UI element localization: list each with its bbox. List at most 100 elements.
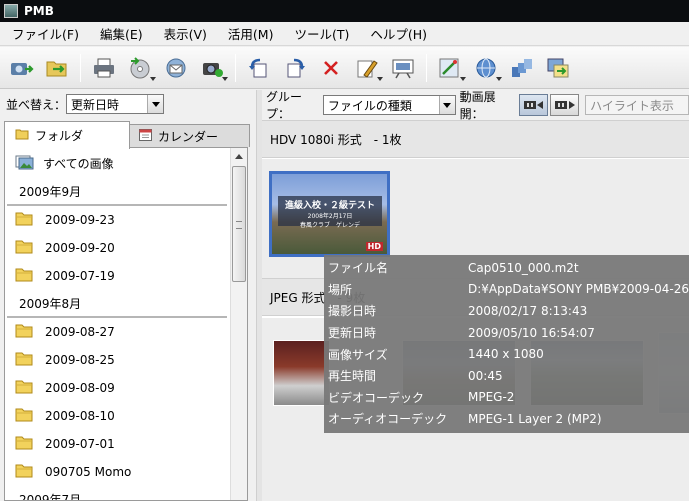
rotate-left-button[interactable] — [242, 51, 276, 85]
email-button[interactable] — [159, 51, 193, 85]
chevron-down-icon[interactable] — [438, 96, 455, 114]
sort-label: 並べ替え： — [6, 97, 67, 112]
toolbar-separator — [426, 53, 427, 82]
folder-icon — [15, 407, 33, 425]
photo-thumbnail[interactable] — [273, 340, 330, 406]
folder-item[interactable]: 2009-09-23 — [5, 206, 231, 234]
menu-file[interactable]: ファイル(F) — [0, 24, 88, 43]
web-button[interactable] — [469, 51, 503, 85]
export-button[interactable] — [541, 51, 575, 85]
folder-icon — [15, 267, 33, 285]
folder-panel: すべての画像 2009年9月 2009-09-23 2009-09-20 200… — [4, 147, 248, 501]
chevron-down-icon — [222, 76, 228, 81]
video-thumbnail[interactable]: 進級入校・２級テスト 2008年2月17日 春風クラブ ゲレンデ HD — [269, 171, 390, 257]
tooltip-key: オーディオコーデック — [328, 412, 448, 427]
folder-item[interactable]: 2009-07-19 — [5, 262, 231, 290]
tab-calendar[interactable]: カレンダー — [128, 124, 250, 147]
tooltip-key: 再生時間 — [328, 369, 377, 384]
video-title-line3: 春風クラブ ゲレンデ — [299, 222, 360, 229]
tooltip-value: 2008/02/17 8:13:43 — [468, 303, 588, 318]
toolbar — [0, 47, 689, 89]
video-collapse-button[interactable] — [519, 94, 549, 116]
menu-use[interactable]: 活用(M) — [216, 24, 283, 43]
folder-item-label: 2009-08-27 — [45, 325, 115, 339]
scroll-thumb[interactable] — [232, 166, 246, 282]
tooltip-row: 撮影日時 2008/02/17 8:13:43 — [324, 300, 689, 322]
folder-item-label: 2009-08-25 — [45, 353, 115, 367]
tooltip-row: ビデオコーデック MPEG-2 — [324, 387, 689, 409]
menu-edit[interactable]: 編集(E) — [88, 24, 152, 43]
disc-burn-button[interactable] — [123, 51, 157, 85]
video-thumbnail-image: 進級入校・２級テスト 2008年2月17日 春風クラブ ゲレンデ HD — [272, 174, 387, 254]
adjust-button[interactable] — [433, 51, 467, 85]
folder-item[interactable]: 2009-07-01 — [5, 430, 231, 458]
section-header-hdv: HDV 1080i 形式 - 1枚 — [262, 120, 689, 158]
view-options-bar: グループ： ファイルの種類 動画展開： ハイライト表示 — [262, 90, 689, 121]
folder-item-label: 2009-09-20 — [45, 241, 115, 255]
tooltip-value: Cap0510_000.m2t — [468, 260, 579, 275]
folder-icon — [15, 379, 33, 397]
tooltip-row: ファイル名 Cap0510_000.m2t — [324, 257, 689, 279]
folder-import-icon — [46, 61, 67, 76]
folder-icon — [15, 128, 29, 143]
folder-item-label: 2009-07-01 — [45, 437, 115, 451]
import-button[interactable] — [4, 51, 38, 85]
delete-button[interactable] — [314, 51, 348, 85]
all-images-item[interactable]: すべての画像 — [5, 148, 231, 178]
tooltip-value: D:¥AppData¥SONY PMB¥2009-04-26 — [467, 282, 689, 297]
video-expand-label: 動画展開： — [459, 90, 496, 121]
menu-view[interactable]: 表示(V) — [152, 24, 216, 43]
section-title: HDV 1080i 形式 - 1枚 — [270, 132, 402, 147]
rotate-right-button[interactable] — [278, 51, 312, 85]
organize-icon — [512, 58, 532, 77]
left-tabs: フォルダ カレンダー — [4, 121, 254, 149]
folder-item[interactable]: 2009-08-25 — [5, 346, 231, 374]
chevron-down-icon[interactable] — [147, 95, 164, 113]
file-info-tooltip: ファイル名 Cap0510_000.m2t 場所 D:¥AppData¥SONY… — [324, 255, 689, 433]
print-button[interactable] — [87, 51, 121, 85]
group-select-value: ファイルの種類 — [327, 98, 412, 113]
group-header: 2009年8月 — [7, 290, 227, 318]
folder-scrollbar[interactable] — [230, 148, 247, 500]
folder-item[interactable]: 2009-08-10 — [5, 402, 231, 430]
group-label: グループ： — [266, 90, 303, 121]
slideshow-button[interactable] — [386, 51, 420, 85]
calendar-icon — [139, 128, 152, 144]
folder-import-button[interactable] — [40, 51, 74, 85]
folder-item[interactable]: 2009-09-20 — [5, 234, 231, 262]
sort-select[interactable]: 更新日時 — [66, 94, 165, 114]
tooltip-key: 場所 — [328, 282, 353, 297]
tooltip-key: 更新日時 — [328, 326, 377, 341]
scroll-up-icon[interactable] — [231, 148, 247, 165]
tooltip-row: 場所 D:¥AppData¥SONY PMB¥2009-04-26 — [324, 279, 689, 301]
menu-tools[interactable]: ツール(T) — [282, 24, 358, 43]
toolbar-separator — [80, 53, 81, 82]
folder-item-label: 2009-07-19 — [45, 269, 115, 283]
tab-folder[interactable]: フォルダ — [4, 121, 130, 149]
tab-folder-label: フォルダ — [35, 129, 84, 143]
tooltip-key: 撮影日時 — [328, 304, 377, 319]
tooltip-value: MPEG-1 Layer 2 (MP2) — [468, 411, 602, 426]
video-expand-button[interactable] — [550, 94, 580, 116]
organize-button[interactable] — [505, 51, 539, 85]
tooltip-value: 2009/05/10 16:54:07 — [468, 325, 595, 340]
sort-bar: 並べ替え： 更新日時 — [0, 90, 262, 118]
sort-select-value: 更新日時 — [71, 97, 120, 112]
edit-button[interactable] — [350, 51, 384, 85]
folder-item[interactable]: 2009-08-09 — [5, 374, 231, 402]
delete-icon — [324, 60, 338, 75]
video-title-line2: 2008年2月17日 — [307, 213, 353, 220]
menu-help[interactable]: ヘルプ(H) — [358, 24, 436, 43]
group-select[interactable]: ファイルの種類 — [322, 95, 456, 115]
chevron-down-icon — [377, 76, 383, 81]
images-icon — [15, 154, 35, 173]
tooltip-row: 更新日時 2009/05/10 16:54:07 — [324, 322, 689, 344]
folder-item[interactable]: 2009-08-27 — [5, 318, 231, 346]
tooltip-key: ファイル名 — [328, 261, 389, 276]
camera-button[interactable] — [195, 51, 229, 85]
folder-item[interactable]: 090705 Momo — [5, 458, 231, 486]
filmstrip-collapse-icon — [523, 101, 543, 109]
group-header: 2009年9月 — [7, 178, 227, 206]
email-icon — [166, 58, 186, 77]
highlight-select[interactable]: ハイライト表示 — [585, 95, 689, 115]
